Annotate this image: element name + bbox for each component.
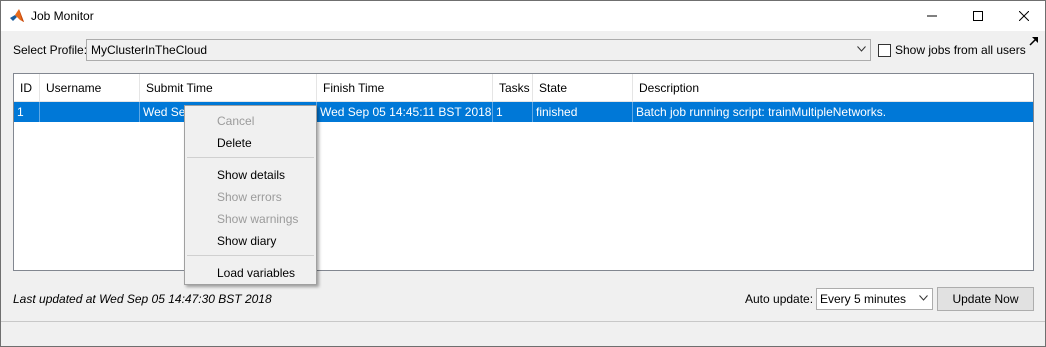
column-header-finish-time[interactable]: Finish Time <box>317 74 493 102</box>
cell-state: finished <box>533 102 633 122</box>
cell-tasks: 1 <box>493 102 533 122</box>
show-all-users-checkbox[interactable] <box>878 44 891 57</box>
menu-separator <box>187 255 314 256</box>
select-profile-label: Select Profile: <box>13 43 88 57</box>
maximize-icon <box>973 11 983 21</box>
column-header-id[interactable]: ID <box>14 74 40 102</box>
table-row[interactable]: 1 Wed Sep Wed Sep 05 14:45:11 BST 2018 1… <box>14 102 1033 122</box>
undock-arrow-icon[interactable] <box>1029 36 1039 46</box>
menu-separator <box>187 157 314 158</box>
profile-dropdown[interactable]: MyClusterInTheCloud <box>86 39 871 61</box>
menu-item-show-errors[interactable]: Show errors <box>185 186 316 208</box>
close-button[interactable] <box>1001 1 1046 31</box>
status-bar <box>1 321 1045 346</box>
table-header: ID Username Submit Time Finish Time Task… <box>14 74 1033 102</box>
column-header-submit-time[interactable]: Submit Time <box>140 74 317 102</box>
menu-item-delete[interactable]: Delete <box>185 132 316 154</box>
matlab-logo-icon <box>10 9 24 22</box>
context-menu: Cancel Delete Show details Show errors S… <box>184 105 317 285</box>
minimize-button[interactable] <box>909 1 955 31</box>
cell-description: Batch job running script: trainMultipleN… <box>636 105 887 119</box>
update-now-button[interactable]: Update Now <box>937 287 1034 311</box>
cell-username <box>40 102 140 122</box>
last-updated-text: Last updated at Wed Sep 05 14:47:30 BST … <box>13 292 272 306</box>
jobs-table: ID Username Submit Time Finish Time Task… <box>13 73 1034 271</box>
show-all-users-label[interactable]: Show jobs from all users <box>895 43 1026 57</box>
auto-update-dropdown[interactable]: Every 5 minutes <box>816 288 933 310</box>
column-header-description[interactable]: Description <box>633 74 1033 102</box>
column-header-tasks[interactable]: Tasks <box>493 74 533 102</box>
close-icon <box>1019 11 1029 21</box>
menu-item-show-diary[interactable]: Show diary <box>185 230 316 252</box>
column-header-username[interactable]: Username <box>40 74 140 102</box>
menu-item-load-variables[interactable]: Load variables <box>185 262 316 284</box>
chevron-down-icon <box>919 295 928 301</box>
minimize-icon <box>927 15 937 17</box>
auto-update-value: Every 5 minutes <box>820 292 907 306</box>
maximize-button[interactable] <box>955 1 1001 31</box>
chevron-down-icon <box>857 46 866 52</box>
profile-dropdown-value: MyClusterInTheCloud <box>91 43 208 57</box>
cell-finish-time: Wed Sep 05 14:45:11 BST 2018 <box>317 102 493 122</box>
column-header-state[interactable]: State <box>533 74 633 102</box>
menu-item-show-details[interactable]: Show details <box>185 164 316 186</box>
title-bar[interactable]: Job Monitor <box>1 1 1045 31</box>
window-title: Job Monitor <box>31 9 94 23</box>
menu-item-cancel[interactable]: Cancel <box>185 110 316 132</box>
auto-update-label: Auto update: <box>745 292 814 306</box>
job-monitor-window: Job Monitor Select Profile: MyClusterInT… <box>0 0 1046 347</box>
cell-id: 1 <box>14 102 40 122</box>
menu-item-show-warnings[interactable]: Show warnings <box>185 208 316 230</box>
